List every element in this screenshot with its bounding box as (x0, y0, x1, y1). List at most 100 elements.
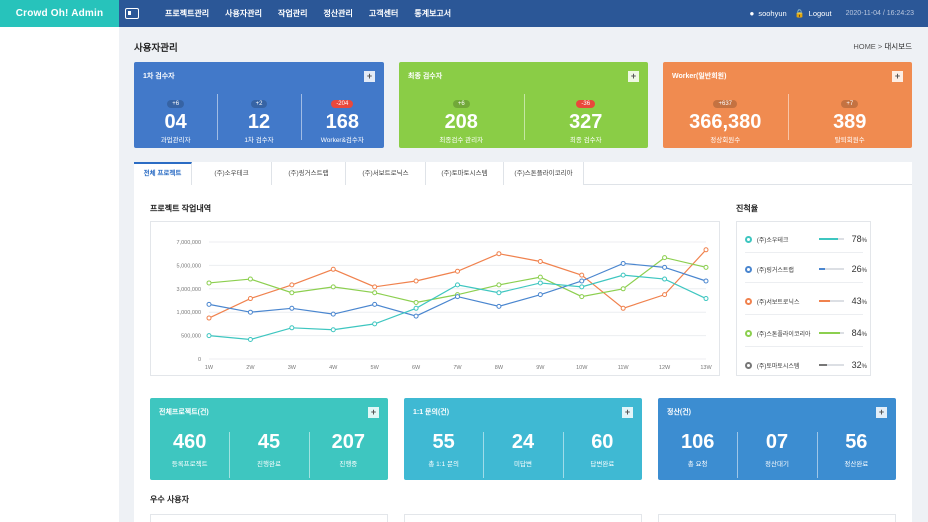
progress-bar (819, 332, 844, 334)
progress-bar (819, 268, 844, 270)
x-tick-label: 7W (453, 365, 462, 371)
stat-column: +7 389 탈퇴회원수 (787, 92, 913, 144)
card-title: Worker(일반회원) (672, 73, 727, 80)
nav-item-users[interactable]: 사용자관리 (225, 8, 262, 19)
stat-label: 진행중 (339, 461, 358, 468)
progress-bar (819, 300, 844, 302)
data-point (372, 301, 378, 307)
change-badge: -204 (331, 100, 354, 108)
nav-item-tasks[interactable]: 작업관리 (278, 8, 307, 19)
top-users-card (150, 514, 388, 522)
plus-icon[interactable]: + (628, 71, 639, 82)
top-users-card (658, 514, 896, 522)
nav-item-support[interactable]: 고객센터 (369, 8, 398, 19)
sidebar (0, 27, 119, 522)
stat-label: 총 요청 (687, 461, 708, 468)
stat-label: 과업관리자 (160, 137, 191, 144)
stat-value: 56 (845, 431, 868, 453)
data-point (413, 278, 419, 284)
company-tabs: 전체 프로젝트 (주)소우테크 (주)링거스트랩 (주)서보트로닉스 (주)토마… (134, 162, 912, 185)
change-badge: +6 (452, 100, 470, 108)
nav-item-reports[interactable]: 통계보고서 (414, 8, 451, 19)
stat-value: 207 (331, 431, 365, 453)
x-tick-label: 12W (659, 365, 671, 371)
stat-label: 미답변 (514, 461, 532, 468)
brand-logo[interactable]: Crowd Oh! Admin (0, 0, 119, 27)
data-point (247, 337, 253, 342)
progress-name: (주)스톤플라이코리아 (756, 331, 811, 338)
data-point (620, 305, 626, 311)
data-point (372, 321, 378, 327)
progress-name: (주)서보트로닉스 (756, 299, 800, 306)
progress-bar (819, 238, 844, 240)
stat-column: 55 총 1:1 문의 (404, 430, 483, 468)
plus-icon[interactable]: + (876, 407, 887, 418)
change-badge: +2 (250, 100, 268, 108)
breadcrumb-separator: > (877, 42, 883, 51)
progress-row: (주)서보트로닉스 43% (745, 294, 867, 308)
x-tick-label: 10W (576, 365, 588, 371)
data-point (330, 327, 336, 333)
logout-link[interactable]: Logout (809, 9, 832, 18)
data-point (289, 305, 295, 311)
stat-value: 24 (511, 431, 535, 453)
stat-value: 389 (833, 111, 867, 133)
card-title: 최종 검수자 (408, 73, 443, 80)
menu-toggle-icon[interactable] (125, 8, 139, 19)
data-point (537, 292, 543, 298)
tab-company[interactable]: (주)토마토시스템 (426, 162, 504, 185)
data-point (330, 311, 336, 317)
progress-row: (주)토마토시스템 32% (745, 358, 867, 372)
stat-column: +6 04 과업관리자 (134, 92, 217, 144)
plus-icon[interactable]: + (892, 71, 903, 82)
progress-fill (819, 364, 827, 366)
data-point (579, 278, 585, 284)
card-title: 정산(건) (667, 409, 691, 416)
plus-icon[interactable]: + (368, 407, 379, 418)
x-tick-label: 9W (536, 365, 545, 371)
data-point (662, 255, 668, 261)
stat-card-settlement: 정산(건) + 106 총 요청 07 정산대기 56 정산완료 (658, 398, 896, 480)
lock-icon: 🔒 (794, 9, 805, 18)
data-point (455, 282, 460, 288)
tab-all-projects[interactable]: 전체 프로젝트 (134, 162, 192, 185)
user-name[interactable]: soohyun (758, 9, 786, 18)
x-tick-label: 6W (412, 365, 421, 371)
stat-column: 56 정산완료 (816, 430, 896, 478)
progress-fill (819, 268, 826, 270)
data-point (620, 286, 626, 292)
breadcrumb-home[interactable]: HOME (853, 42, 876, 51)
stat-label: Worker&검수자 (320, 137, 364, 144)
circle-icon (745, 297, 752, 305)
tab-company[interactable]: (주)링거스트랩 (272, 162, 346, 185)
progress-value: 84% (851, 328, 867, 338)
nav-item-project[interactable]: 프로젝트관리 (165, 8, 209, 19)
change-badge: +637 (713, 100, 737, 108)
data-point (247, 296, 253, 302)
plus-icon[interactable]: + (364, 71, 375, 82)
nav-item-settlement[interactable]: 정산관리 (323, 8, 352, 19)
y-tick-label: 3,000,000 (177, 287, 201, 293)
stat-value: 12 (247, 111, 271, 133)
x-tick-label: 8W (495, 365, 504, 371)
data-point (662, 264, 668, 270)
plus-icon[interactable]: + (622, 407, 633, 418)
tab-company[interactable]: (주)소우테크 (192, 162, 272, 185)
tab-company[interactable]: (주)스톤플라이코리아 (504, 162, 584, 185)
data-point (703, 278, 709, 284)
stat-value: 55 (432, 431, 455, 453)
data-point (455, 268, 460, 274)
stat-value: 168 (325, 111, 359, 133)
breadcrumb-current: 대시보드 (884, 42, 912, 51)
tab-company[interactable]: (주)서보트로닉스 (346, 162, 426, 185)
data-point (579, 272, 585, 278)
progress-bar (819, 364, 844, 366)
stat-card-worker: Worker(일반회원) + +637 366,380 정상회원수 +7 389… (663, 62, 912, 148)
progress-row: (주)소우테크 78% (745, 232, 867, 246)
data-point (579, 294, 585, 300)
stat-card-inquiries: 1:1 문의(건) + 55 총 1:1 문의 24 미답변 60 답변완료 (404, 398, 642, 480)
data-point (537, 280, 543, 286)
data-point (620, 260, 626, 266)
breadcrumb: HOME > 대시보드 (853, 41, 912, 52)
stat-value: 106 (680, 431, 715, 453)
